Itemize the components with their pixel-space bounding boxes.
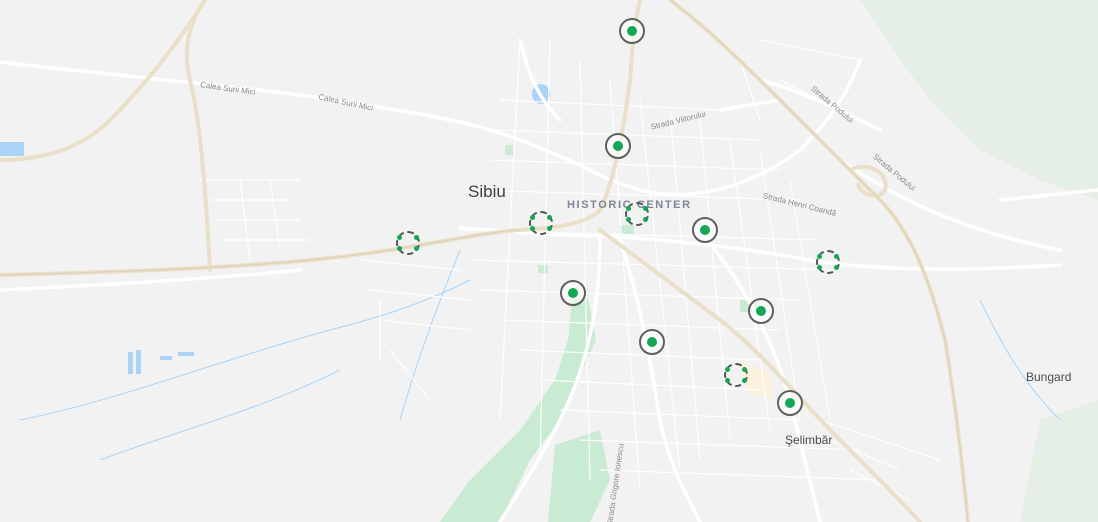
- city-label: Sibiu: [468, 182, 506, 201]
- map-marker-dashed[interactable]: [724, 363, 748, 387]
- lake-west: [0, 142, 24, 156]
- map-marker-dashed[interactable]: [625, 202, 649, 226]
- map-marker[interactable]: [748, 298, 774, 324]
- village-label-south: Şelimbăr: [785, 433, 833, 447]
- map-marker[interactable]: [777, 390, 803, 416]
- map-marker[interactable]: [639, 329, 665, 355]
- village-label-east: Bungard: [1026, 370, 1072, 384]
- base-map: [0, 0, 1098, 522]
- map-marker-dashed[interactable]: [529, 211, 553, 235]
- map-marker-dashed[interactable]: [396, 231, 420, 255]
- map-marker[interactable]: [619, 18, 645, 44]
- map-marker[interactable]: [560, 280, 586, 306]
- map-canvas[interactable]: Sibiu HISTORIC CENTER Bungard Şelimbăr C…: [0, 0, 1098, 522]
- map-marker-dashed[interactable]: [816, 250, 840, 274]
- map-marker[interactable]: [692, 217, 718, 243]
- map-marker[interactable]: [605, 133, 631, 159]
